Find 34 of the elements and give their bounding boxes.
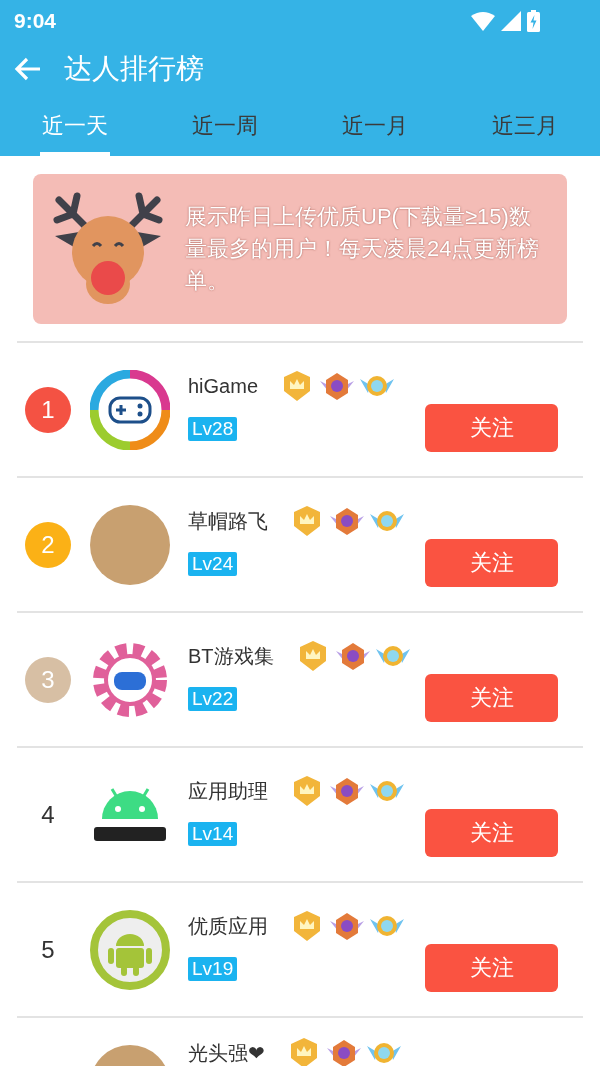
user-name: 优质应用 bbox=[188, 914, 268, 939]
signal-icon bbox=[501, 11, 521, 31]
gamepad-logo-icon bbox=[90, 369, 170, 450]
android-robot-icon bbox=[90, 909, 170, 990]
period-tab[interactable]: 近三月 bbox=[450, 98, 600, 156]
battery-charging-icon bbox=[527, 10, 540, 32]
follow-button[interactable]: 关注 bbox=[425, 808, 558, 857]
level-tag: Lv24 bbox=[188, 552, 238, 576]
user-name: BT游戏集 bbox=[188, 644, 274, 669]
user-name: 草帽路飞 bbox=[188, 509, 268, 534]
period-tab[interactable]: 近一天 bbox=[0, 98, 150, 156]
follow-button[interactable]: 关注 bbox=[425, 403, 558, 452]
status-time: 9:04 bbox=[14, 8, 57, 35]
user-name: 应用助理 bbox=[188, 779, 268, 804]
page-title: 达人排行榜 bbox=[64, 52, 204, 86]
back-arrow-icon[interactable] bbox=[14, 57, 42, 81]
level-tag: Lv19 bbox=[188, 957, 238, 981]
rank-badge: 1 bbox=[25, 386, 71, 433]
follow-button[interactable]: 关注 bbox=[425, 943, 558, 992]
rank-number: 5 bbox=[41, 934, 55, 965]
rank-badge: 3 bbox=[25, 656, 71, 703]
user-name: hiGame bbox=[188, 374, 259, 399]
level-tag: Lv22 bbox=[188, 687, 238, 711]
notice-text: 展示昨日上传优质UP(下载量≥15)数量最多的用户！每天凌晨24点更新榜单。 bbox=[185, 203, 541, 295]
rank-badge: 2 bbox=[25, 521, 71, 568]
rank-number: 4 bbox=[41, 799, 55, 830]
level-tag: Lv14 bbox=[188, 822, 238, 846]
period-tab[interactable]: 近一月 bbox=[300, 98, 450, 156]
follow-button[interactable]: 关注 bbox=[425, 673, 558, 722]
user-name: 光头强❤ bbox=[188, 1041, 265, 1066]
level-tag: Lv28 bbox=[188, 417, 238, 441]
wifi-icon bbox=[471, 11, 495, 31]
period-tab[interactable]: 近一周 bbox=[150, 98, 300, 156]
follow-button[interactable]: 关注 bbox=[425, 538, 558, 587]
